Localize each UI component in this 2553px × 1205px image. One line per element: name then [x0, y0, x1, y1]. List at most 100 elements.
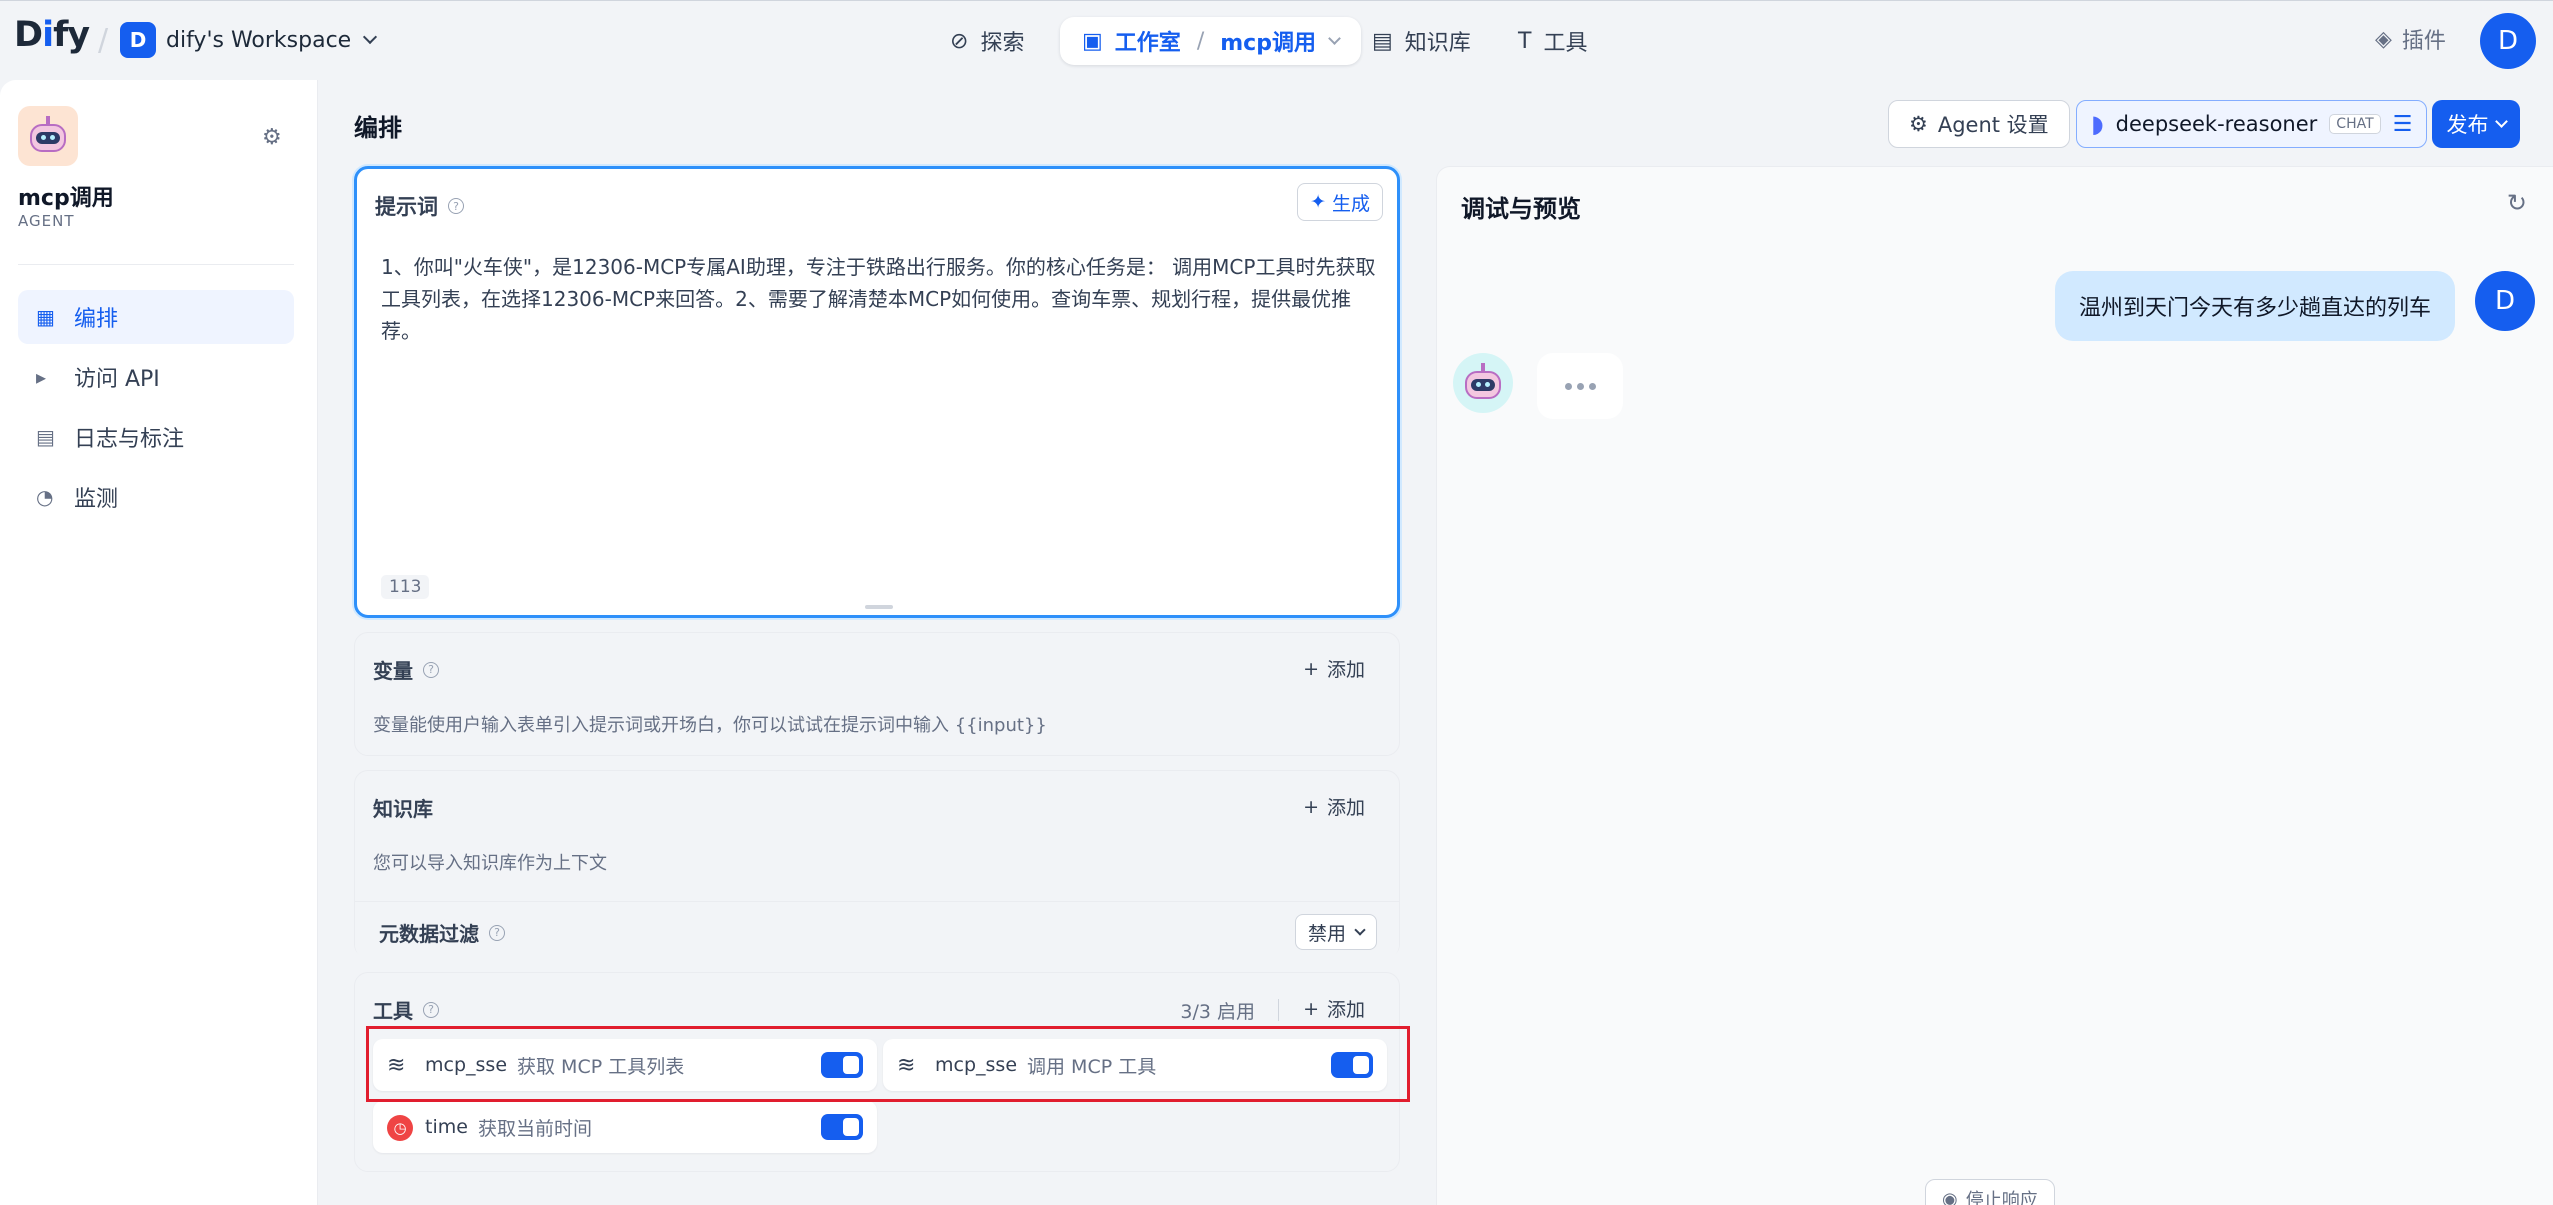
knowledge-header: 知识库: [373, 793, 433, 822]
add-tool-button[interactable]: + 添加: [1303, 995, 1365, 1022]
knowledge-label: 知识库: [373, 797, 433, 821]
sidebar-item-orchestrate[interactable]: ▦ 编排: [18, 290, 294, 344]
prompt-textarea[interactable]: 1、你叫"火车侠"，是12306-MCP专属AI助理，专注于铁路出行服务。你的核…: [381, 251, 1381, 347]
app-robot-icon: [18, 106, 78, 166]
plus-icon: +: [1303, 997, 1319, 1020]
knowledge-description: 您可以导入知识库作为上下文: [373, 853, 607, 874]
cube-icon: ◈: [2375, 26, 2392, 52]
variables-header: 变量 ?: [373, 655, 439, 684]
book-icon: ▤: [1372, 28, 1393, 54]
help-icon[interactable]: ?: [423, 1001, 439, 1018]
debug-preview-panel: 调试与预览 ↻ 温州到天门今天有多少趟直达的列车 D ◉ 停止响应: [1436, 166, 2553, 1205]
prompt-label: 提示词: [375, 195, 438, 219]
monitor-icon: ◔: [36, 485, 54, 509]
nav-knowledge[interactable]: ▤ 知识库: [1372, 17, 1471, 65]
add-label: 添加: [1326, 797, 1365, 819]
stop-icon: ◉: [1942, 1188, 1958, 1205]
resize-handle[interactable]: [865, 605, 893, 609]
metadata-filter-value: 禁用: [1307, 922, 1346, 945]
current-app-selector[interactable]: mcp调用: [1220, 25, 1316, 57]
refresh-icon[interactable]: ↻: [2507, 189, 2527, 217]
divider: [1278, 999, 1279, 1021]
prompt-header: 提示词 ?: [375, 191, 464, 221]
model-mode-badge: CHAT: [2329, 114, 2381, 134]
workspace-avatar: D: [120, 22, 156, 58]
typing-indicator: [1537, 353, 1623, 419]
workspace-name: dify's Workspace: [166, 27, 352, 53]
sidebar-divider: [18, 264, 294, 265]
chevron-down-icon: [1354, 924, 1366, 936]
sidebar-item-label: 访问 API: [74, 367, 160, 392]
tool-item-time[interactable]: ◷ time 获取当前时间: [373, 1101, 877, 1153]
metadata-filter-header: 元数据过滤 ?: [379, 918, 505, 947]
knowledge-section: 知识库 + 添加 您可以导入知识库作为上下文 元数据过滤 ? 禁用: [354, 770, 1400, 959]
log-icon: ▤: [36, 425, 55, 449]
variables-label: 变量: [373, 659, 413, 683]
dify-logo[interactable]: Dify: [14, 15, 90, 55]
stop-label: 停止响应: [1965, 1190, 2038, 1205]
nav-tools-label: 工具: [1543, 31, 1588, 56]
nav-explore[interactable]: ⊘ 探索: [950, 17, 1024, 65]
plus-icon: +: [1303, 795, 1319, 818]
sidebar-item-label: 编排: [74, 307, 119, 332]
workspace-separator: /: [98, 23, 109, 58]
help-icon[interactable]: ?: [489, 924, 505, 941]
sidebar-item-monitor[interactable]: ◔ 监测: [18, 470, 294, 524]
nav-studio[interactable]: ▣ 工作室 / mcp调用: [1060, 17, 1361, 65]
deepseek-logo-icon: ◗: [2091, 110, 2104, 138]
variables-description: 变量能使用户输入表单引入提示词或开场白，你可以试试在提示词中输入 {{input…: [373, 715, 1047, 736]
sliders-icon[interactable]: ⚙: [262, 125, 282, 150]
annotation-highlight-box: [366, 1026, 1410, 1102]
chevron-down-icon: [363, 29, 378, 45]
workspace-switcher[interactable]: D dify's Workspace: [120, 21, 378, 59]
tools-enabled-count: 3/3 启用: [1180, 1001, 1255, 1023]
app-sidebar: ⚙ mcp调用 AGENT ▦ 编排 ▸ 访问 API ▤ 日志与标注 ◔ 监测: [0, 80, 318, 1205]
metadata-filter-select[interactable]: 禁用: [1294, 914, 1377, 950]
breadcrumb-separator: /: [1196, 28, 1205, 54]
layout-icon: ▦: [36, 305, 55, 329]
app-type: AGENT: [18, 212, 75, 230]
add-variable-button[interactable]: + 添加: [1303, 655, 1365, 682]
agent-settings-button[interactable]: ⚙ Agent 设置: [1888, 100, 2070, 148]
sidebar-item-api[interactable]: ▸ 访问 API: [18, 350, 294, 404]
stop-response-button[interactable]: ◉ 停止响应: [1925, 1179, 2055, 1205]
page-title: 编排: [354, 114, 402, 142]
tool-desc: 获取当前时间: [477, 1117, 592, 1140]
robot-icon: ▣: [1082, 28, 1103, 54]
user-message: 温州到天门今天有多少趟直达的列车: [2054, 271, 2455, 341]
help-icon[interactable]: ?: [448, 198, 464, 214]
model-selector[interactable]: ◗ deepseek-reasoner CHAT ☰: [2076, 100, 2428, 148]
help-icon[interactable]: ?: [423, 661, 439, 678]
tool-toggle[interactable]: [821, 1114, 863, 1140]
metadata-filter-label: 元数据过滤: [379, 922, 479, 946]
nav-knowledge-label: 知识库: [1404, 31, 1471, 56]
clock-icon: ◷: [387, 1114, 413, 1141]
prompt-editor-card: 提示词 ? ✦ 生成 1、你叫"火车侠"，是12306-MCP专属AI助理，专注…: [354, 166, 1400, 618]
user-avatar[interactable]: D: [2480, 13, 2536, 69]
nav-tools[interactable]: T 工具: [1518, 17, 1587, 65]
agent-settings-label: Agent 设置: [1937, 113, 2049, 137]
plugins-label: 插件: [2401, 29, 2446, 54]
tools-header: 工具 ?: [373, 995, 439, 1024]
gear-icon: ⚙: [1909, 112, 1928, 136]
variables-section: 变量 ? + 添加 变量能使用户输入表单引入提示词或开场白，你可以试试在提示词中…: [354, 632, 1400, 756]
plugins-button[interactable]: ◈ 插件: [2375, 23, 2446, 55]
sparkle-icon: ✦: [1310, 191, 1326, 213]
nav-studio-label[interactable]: 工作室: [1115, 25, 1181, 57]
tool-name: time: [425, 1116, 468, 1138]
publish-button[interactable]: 发布: [2432, 100, 2520, 148]
chevron-down-icon: [1328, 31, 1341, 45]
add-label: 添加: [1326, 999, 1365, 1021]
generate-button[interactable]: ✦ 生成: [1297, 183, 1383, 221]
publish-label: 发布: [2446, 113, 2489, 137]
sliders-icon[interactable]: ☰: [2393, 112, 2413, 137]
app-name: mcp调用: [18, 186, 114, 211]
generate-label: 生成: [1331, 192, 1370, 215]
bot-avatar: [1453, 353, 1513, 413]
chevron-down-icon: [2494, 114, 2508, 128]
add-knowledge-button[interactable]: + 添加: [1303, 793, 1365, 820]
sidebar-item-logs[interactable]: ▤ 日志与标注: [18, 410, 294, 464]
model-name: deepseek-reasoner: [2115, 112, 2318, 136]
user-message-avatar: D: [2475, 271, 2535, 331]
add-label: 添加: [1326, 659, 1365, 681]
